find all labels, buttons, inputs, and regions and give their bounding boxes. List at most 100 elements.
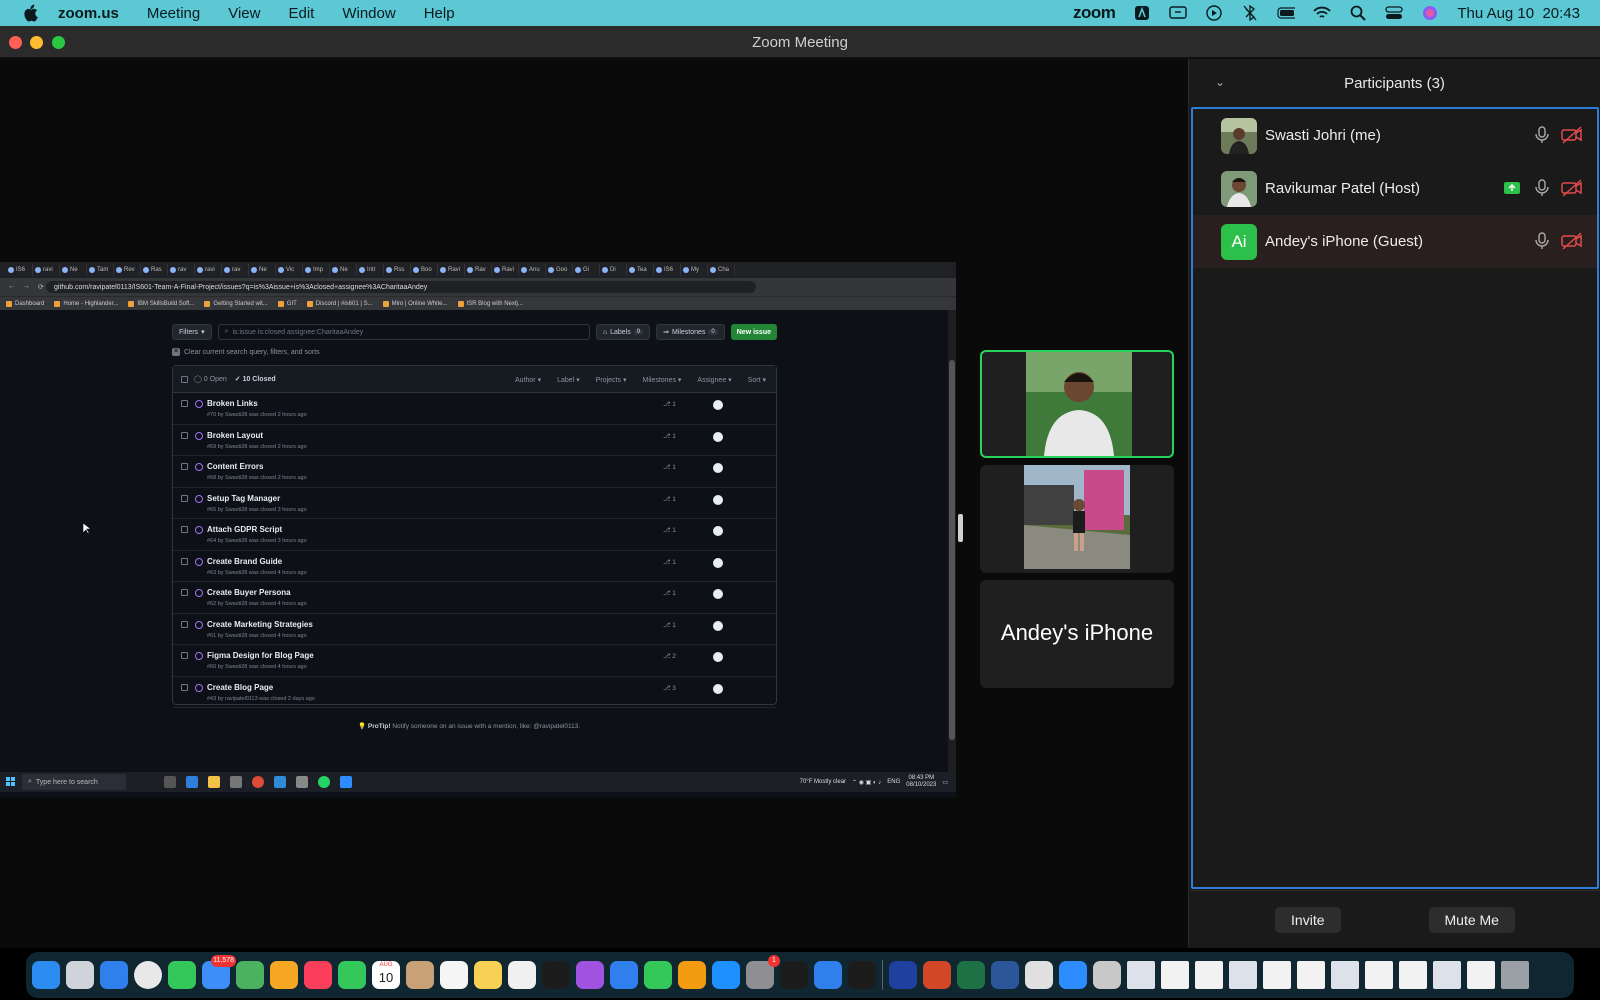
linked-pr-count[interactable]: ⎇ 1: [663, 589, 676, 597]
notes-icon[interactable]: [474, 961, 502, 989]
issue-row[interactable]: Attach GDPR Script #64 by Swasti28 was cl…: [173, 519, 776, 551]
select-all-checkbox[interactable]: [181, 375, 188, 383]
messages-icon[interactable]: [168, 961, 196, 989]
finder-icon[interactable]: [32, 961, 60, 989]
dock-document-thumbnail[interactable]: [1365, 961, 1393, 989]
issue-title[interactable]: Create Marketing Strategies: [207, 620, 313, 629]
menu-window[interactable]: Window: [342, 5, 395, 22]
video-tile-swasti[interactable]: [980, 465, 1174, 573]
linked-pr-count[interactable]: ⎇ 1: [663, 400, 676, 408]
photos-icon[interactable]: [270, 961, 298, 989]
assignee-avatar[interactable]: [713, 557, 723, 568]
taskbar-search[interactable]: ⌕ Type here to search: [22, 774, 126, 790]
taskbar-clock[interactable]: 08:43 PM 08/10/2023: [906, 775, 936, 789]
browser-tab[interactable]: Tea: [627, 264, 654, 276]
browser-tab[interactable]: rav: [168, 264, 195, 276]
music-icon[interactable]: [304, 961, 332, 989]
assignee-avatar[interactable]: [713, 463, 723, 473]
dock-document-thumbnail[interactable]: [1331, 961, 1359, 989]
issues-search-input[interactable]: ⌕ is:issue is:closed assignee:CharitaaAnd…: [217, 324, 590, 340]
word-icon[interactable]: [991, 961, 1019, 989]
browser-tab[interactable]: ravi: [33, 264, 60, 276]
browser-scrollbar[interactable]: [948, 310, 956, 772]
dock-document-thumbnail[interactable]: [1433, 961, 1461, 989]
video-off-icon[interactable]: [1561, 179, 1583, 197]
linked-pr-count[interactable]: ⎇ 1: [663, 526, 676, 534]
app-icon[interactable]: [230, 776, 242, 788]
issue-title[interactable]: Attach GDPR Script: [207, 525, 282, 534]
browser-tab[interactable]: ravi: [195, 264, 222, 276]
vscode-icon[interactable]: [814, 961, 842, 989]
screen-share-icon[interactable]: [1503, 179, 1521, 197]
appstore-icon[interactable]: [712, 961, 740, 989]
issue-checkbox[interactable]: [181, 557, 188, 565]
clear-filters-link[interactable]: ✕ Clear current search query, filters, an…: [172, 348, 320, 356]
new-issue-button[interactable]: New issue: [730, 324, 777, 340]
browser-tab[interactable]: My: [681, 264, 708, 276]
microphone-icon[interactable]: [1533, 126, 1551, 144]
numbers-icon[interactable]: [644, 961, 672, 989]
browser-tab[interactable]: Ne: [330, 264, 357, 276]
issue-row[interactable]: Setup Tag Manager #65 by Swasti28 was clo…: [173, 488, 776, 519]
issue-checkbox[interactable]: [181, 526, 188, 533]
issue-title[interactable]: Create Buyer Persona: [207, 588, 291, 597]
assignee-avatar[interactable]: [713, 683, 723, 694]
participant-row[interactable]: Ai Andey's iPhone (Guest): [1193, 215, 1597, 268]
chevron-down-icon[interactable]: ⌄: [1215, 75, 1225, 89]
issue-checkbox[interactable]: [181, 652, 188, 659]
facetime-icon[interactable]: [338, 961, 366, 989]
participant-row[interactable]: Ravikumar Patel (Host): [1193, 162, 1597, 215]
forward-icon[interactable]: →: [23, 283, 30, 291]
dock-document-thumbnail[interactable]: [1263, 961, 1291, 989]
issue-row[interactable]: Create Blog Page #43 by ravipatel0113 was…: [173, 677, 776, 708]
webex-icon[interactable]: [889, 961, 917, 989]
browser-tab[interactable]: Ravi: [438, 264, 465, 276]
tv-icon[interactable]: [542, 961, 570, 989]
menu-view[interactable]: View: [228, 5, 260, 22]
chrome-icon[interactable]: [134, 961, 162, 989]
browser-tab[interactable]: Vic: [276, 264, 303, 276]
issue-title[interactable]: Broken Links: [207, 399, 258, 408]
column-filter-assignee[interactable]: Assignee ▾: [697, 376, 731, 384]
assignee-avatar[interactable]: [713, 589, 723, 599]
font-book-status-icon[interactable]: [1133, 4, 1151, 22]
linked-pr-count[interactable]: ⎇ 1: [663, 432, 676, 440]
issue-row[interactable]: Broken Links #70 by Swasti28 was closed 2…: [173, 393, 776, 425]
linked-pr-count[interactable]: ⎇ 3: [663, 684, 676, 692]
browser-tab[interactable]: Ne: [249, 264, 276, 276]
issue-checkbox[interactable]: [181, 400, 188, 407]
github-icon[interactable]: [848, 961, 876, 989]
battery-icon[interactable]: [1277, 4, 1296, 22]
maps-icon[interactable]: [236, 961, 264, 989]
chrome-active-icon[interactable]: [296, 776, 308, 788]
microphone-icon[interactable]: [1533, 232, 1551, 250]
invite-button[interactable]: Invite: [1275, 906, 1341, 933]
excel-icon[interactable]: [957, 961, 985, 989]
siri-icon[interactable]: [1421, 4, 1439, 22]
dock-document-thumbnail[interactable]: [1399, 961, 1427, 989]
safari-icon[interactable]: [100, 961, 128, 989]
bookmark-item[interactable]: Discord | #is601 | S...: [306, 300, 373, 307]
browser-tab[interactable]: Tam: [87, 264, 114, 276]
issue-row[interactable]: Create Marketing Strategies #61 by Swasti…: [173, 614, 776, 645]
contacts-icon[interactable]: [406, 961, 434, 989]
browser-tab[interactable]: Rss: [384, 264, 411, 276]
issue-title[interactable]: Create Blog Page: [207, 683, 273, 692]
launchpad-icon[interactable]: [66, 961, 94, 989]
issue-checkbox[interactable]: [181, 494, 188, 502]
issue-title[interactable]: Figma Design for Blog Page: [207, 651, 314, 660]
issue-row[interactable]: Content Errors #68 by Swasti28 was closed…: [173, 456, 776, 488]
zoom-status-label[interactable]: zoom: [1073, 3, 1116, 23]
bookmark-item[interactable]: ISR Blog with Nextj...: [457, 300, 523, 307]
podcasts-icon[interactable]: [576, 961, 604, 989]
filters-button[interactable]: Filters ▾: [172, 324, 212, 340]
powerpoint-icon[interactable]: [923, 961, 951, 989]
issue-checkbox[interactable]: [181, 589, 188, 596]
zoom-taskbar-icon[interactable]: [340, 776, 352, 788]
vscode-icon[interactable]: [274, 776, 286, 788]
trash-icon[interactable]: [1093, 961, 1121, 989]
labels-button[interactable]: ⌂ Labels 9: [595, 324, 651, 340]
address-field[interactable]: github.com/ravipatel0113/IS601-Team-A-Fi…: [46, 281, 756, 293]
whatsapp-icon[interactable]: [318, 776, 330, 788]
assignee-avatar[interactable]: [713, 431, 723, 442]
